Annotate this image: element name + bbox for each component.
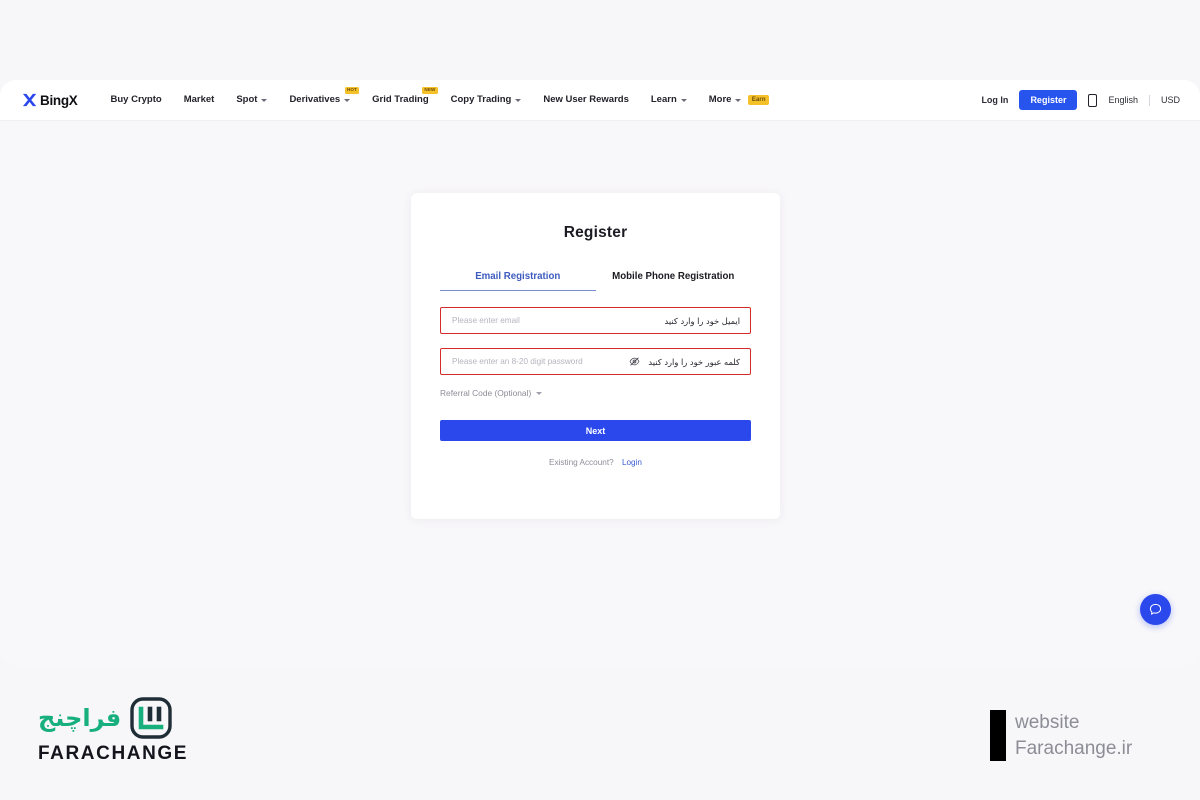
bingx-logo-text: BingX: [40, 92, 78, 108]
website-text-lines: website Farachange.ir: [1015, 710, 1132, 761]
chat-bubble-icon: [1149, 603, 1162, 615]
referral-code-toggle[interactable]: Referral Code (Optional): [440, 388, 543, 398]
nav-label: Market: [183, 94, 215, 106]
nav-badge-earn: Earn: [748, 94, 769, 106]
chevron-down-icon: [735, 99, 742, 102]
nav-item-spot[interactable]: Spot: [225, 80, 278, 121]
log-in-link[interactable]: Log In: [981, 95, 1008, 105]
farachange-mark-icon: [130, 697, 172, 739]
website-accent-bar: [990, 710, 1006, 762]
password-field-annotation-box: کلمه عبور خود را وارد کنید: [440, 348, 751, 375]
farachange-logo-top: فراچنج: [38, 696, 173, 740]
mobile-phone-icon[interactable]: [1088, 93, 1098, 107]
support-chat-button[interactable]: [1140, 594, 1171, 625]
existing-account-row: Existing Account? Login: [411, 458, 780, 467]
email-input[interactable]: [441, 307, 619, 334]
nav-badge-hot: HOT: [344, 86, 360, 95]
nav-label: Derivatives: [289, 94, 341, 106]
farachange-logo: فراچنج FARACHANGE: [38, 696, 228, 765]
navbar-divider: [1148, 94, 1150, 106]
existing-account-label: Existing Account?: [549, 458, 614, 467]
farachange-logo-fa: فراچنج: [38, 704, 122, 732]
nav-item-more[interactable]: More Earn: [698, 80, 780, 121]
register-card: Register Email Registration Mobile Phone…: [411, 193, 780, 519]
website-url: Farachange.ir: [1015, 737, 1133, 759]
chevron-down-icon: [536, 391, 543, 395]
nav-item-market[interactable]: Market: [173, 80, 226, 121]
password-annotation-text-fa: کلمه عبور خود را وارد کنید: [648, 356, 740, 367]
password-input[interactable]: [441, 348, 619, 375]
nav-label: Grid Trading: [372, 94, 429, 106]
top-navigation-bar: BingX Buy Crypto Market Spot Derivatives…: [0, 80, 1200, 121]
nav-label: More: [708, 94, 732, 106]
nav-badge-new: NEW: [422, 86, 438, 95]
farachange-logo-en: FARACHANGE: [38, 743, 189, 764]
chevron-down-icon: [261, 99, 268, 102]
chevron-down-icon: [515, 99, 522, 102]
nav-label: New User Rewards: [543, 94, 629, 106]
login-link[interactable]: Login: [622, 458, 642, 467]
nav-item-grid-trading[interactable]: Grid Trading NEW: [361, 80, 439, 121]
register-button[interactable]: Register: [1019, 90, 1078, 110]
browser-canvas: BingX Buy Crypto Market Spot Derivatives…: [0, 80, 1200, 666]
navbar-right-actions: Log In Register English USD: [981, 90, 1180, 110]
bingx-x-mark-icon: [22, 93, 37, 107]
website-label: website: [1015, 712, 1080, 733]
website-footer: website Farachange.ir: [990, 710, 1132, 762]
nav-item-copy-trading[interactable]: Copy Trading: [440, 80, 533, 121]
language-selector[interactable]: English: [1108, 95, 1138, 105]
email-annotation-text-fa: ایمیل خود را وارد کنید: [664, 315, 741, 326]
referral-code-label: Referral Code (Optional): [440, 388, 532, 398]
registration-tabs: Email Registration Mobile Phone Registra…: [411, 271, 780, 291]
tab-mobile-phone-registration[interactable]: Mobile Phone Registration: [596, 271, 752, 291]
nav-label: Buy Crypto: [110, 94, 162, 106]
nav-item-new-user-rewards[interactable]: New User Rewards: [532, 80, 640, 121]
nav-label: Spot: [236, 94, 258, 106]
nav-label: Learn: [650, 94, 677, 106]
chevron-down-icon: [344, 99, 351, 102]
nav-label: Copy Trading: [450, 94, 512, 106]
tab-email-registration[interactable]: Email Registration: [440, 271, 596, 291]
next-button[interactable]: Next: [440, 420, 751, 441]
nav-item-derivatives[interactable]: Derivatives HOT: [278, 80, 361, 121]
chevron-down-icon: [680, 99, 687, 102]
main-menu: Buy Crypto Market Spot Derivatives HOT G…: [100, 80, 780, 121]
nav-item-buy-crypto[interactable]: Buy Crypto: [100, 80, 173, 121]
page-title: Register: [563, 224, 628, 241]
currency-selector[interactable]: USD: [1161, 95, 1180, 105]
email-field-annotation-box: ایمیل خود را وارد کنید: [440, 307, 751, 334]
eye-slash-icon[interactable]: [629, 356, 640, 367]
nav-item-learn[interactable]: Learn: [640, 80, 698, 121]
bingx-logo[interactable]: BingX: [22, 93, 78, 108]
